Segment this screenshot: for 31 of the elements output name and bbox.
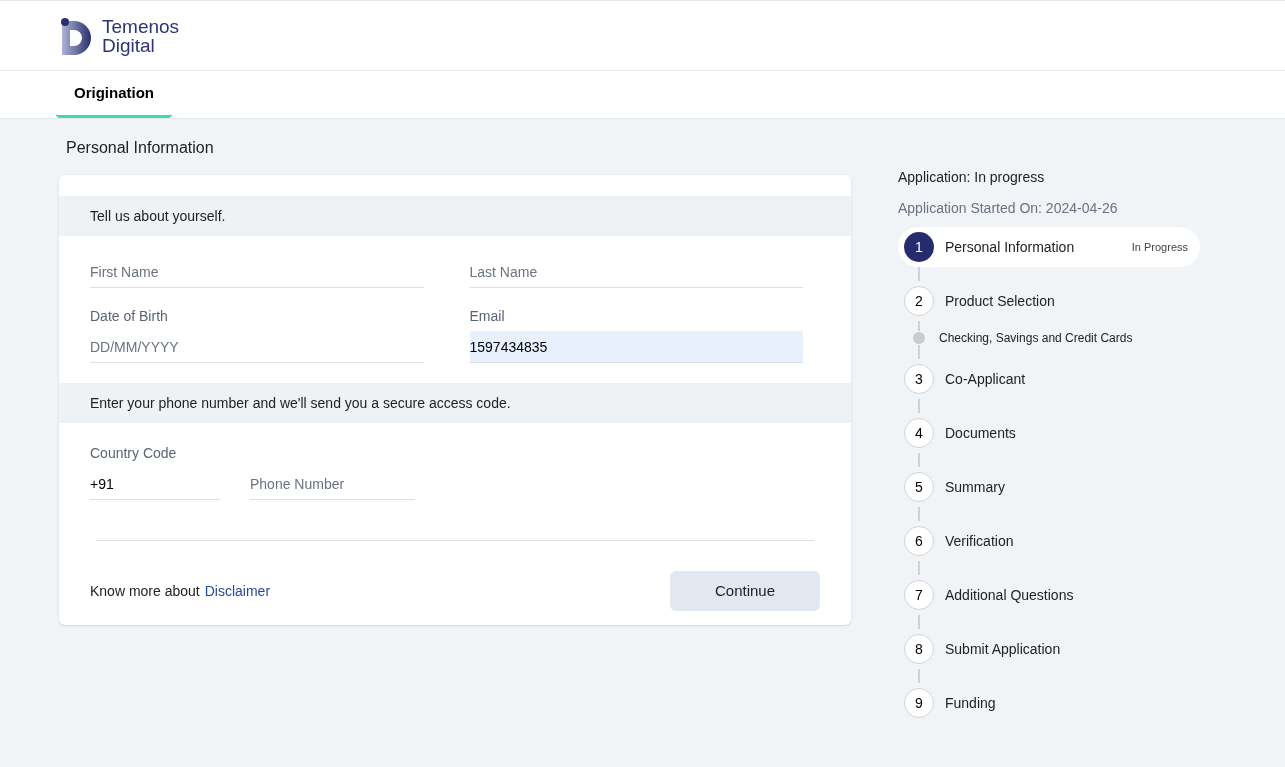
disclaimer-link[interactable]: Disclaimer [204, 580, 271, 602]
step-item[interactable]: 4 Documents [898, 413, 1200, 453]
tab[interactable]: Origination [56, 71, 172, 118]
page-title: Personal Information [65, 138, 215, 158]
field-label: Email [469, 307, 506, 326]
input-field[interactable]: Phone Number [250, 468, 415, 500]
step-item[interactable]: 1 Personal Information In Progress [898, 227, 1200, 267]
step-item[interactable]: 6 Verification [898, 521, 1200, 561]
substep-label[interactable]: Checking, Savings and Credit Cards [939, 329, 1133, 347]
logo-icon [60, 16, 94, 55]
footer-text: Know more about [90, 581, 200, 601]
application-status: Application: In progress [898, 168, 1046, 187]
section-heading: Tell us about yourself. [59, 196, 851, 236]
input-field[interactable]: +91 [90, 468, 220, 500]
step-item[interactable]: 3 Co-Applicant [898, 359, 1200, 399]
input-field[interactable]: First Name [90, 256, 424, 288]
step-item[interactable]: 8 Submit Application [898, 629, 1200, 669]
step-item[interactable]: 9 Funding [898, 683, 1200, 723]
logo-text: Temenos [102, 16, 180, 36]
step-item[interactable]: 2 Product Selection [898, 281, 1200, 321]
step-item[interactable]: 5 Summary [898, 467, 1200, 507]
input-field[interactable]: DD/MM/YYYY [90, 331, 424, 363]
step-item[interactable]: 7 Additional Questions [898, 575, 1200, 615]
logo-text: Digital [102, 35, 156, 55]
field-label: Date of Birth [90, 307, 169, 326]
field-label: Country Code [90, 444, 178, 463]
section-heading: Enter your phone number and we'll send you a secure access code. [59, 383, 851, 423]
input-field[interactable]: Last Name [469, 256, 803, 288]
input-field[interactable]: 1597434835 [469, 331, 803, 363]
continue-button[interactable]: Continue [670, 571, 820, 611]
start-date: Application Started On: 2024-04-26 [898, 199, 1119, 218]
